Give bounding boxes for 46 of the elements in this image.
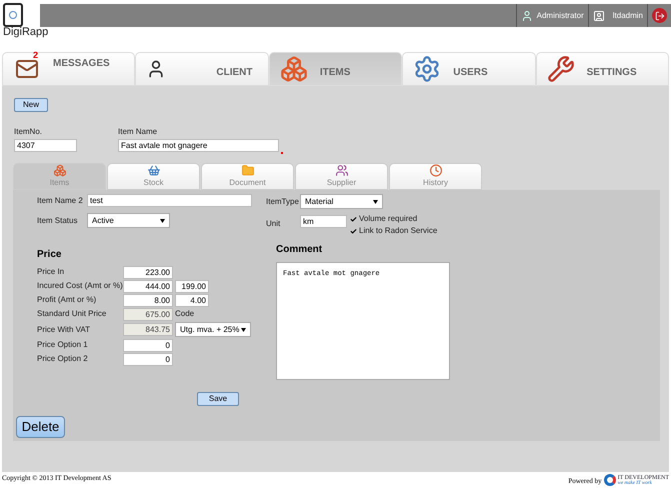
- username-label[interactable]: ltdadmin: [612, 10, 643, 22]
- field-label: Profit (Amt or %): [37, 294, 98, 306]
- field-label: ItemNo.: [14, 126, 44, 138]
- field-label: Price Option 1: [37, 339, 89, 351]
- unread-count: 2: [33, 51, 38, 60]
- field-label: Item Name: [118, 126, 158, 138]
- field-label: Price Option 2: [37, 353, 89, 365]
- field-label: Code: [175, 308, 194, 320]
- delete-button[interactable]: Delete: [16, 416, 65, 438]
- price-heading: Price: [37, 248, 62, 262]
- input-field[interactable]: 675.00: [123, 308, 173, 320]
- input-field[interactable]: km: [300, 215, 347, 228]
- field-label: Link to Radon Service: [359, 225, 438, 237]
- input-field[interactable]: 8.00: [123, 294, 173, 306]
- nav-tab[interactable]: ITEMS: [268, 52, 402, 86]
- input-field[interactable]: 843.75: [123, 323, 173, 336]
- save-button[interactable]: Save: [197, 392, 239, 406]
- field-label: ItemType: [266, 196, 300, 208]
- field-label: Unit: [266, 218, 282, 230]
- logo-text: DigiRapp: [3, 27, 48, 38]
- nav-tab[interactable]: 2 MESSAGES: [2, 52, 136, 86]
- new-button[interactable]: New: [14, 98, 48, 112]
- input-field[interactable]: test: [87, 194, 252, 207]
- field-label: Item Name 2: [37, 194, 84, 206]
- nav-tab[interactable]: CLIENT: [135, 52, 269, 86]
- field-label: Incured Cost (Amt or %): [37, 280, 121, 292]
- comment-heading: Comment: [276, 243, 324, 257]
- type-dropdown[interactable]: Material: [300, 194, 383, 209]
- field-label: Item Status: [37, 214, 78, 226]
- input-field[interactable]: 0: [123, 352, 173, 366]
- field-label: Price With VAT: [37, 324, 92, 336]
- input-field[interactable]: 223.00: [123, 266, 173, 278]
- nav-tab[interactable]: SETTINGS: [536, 52, 670, 86]
- nav-tab[interactable]: USERS: [402, 52, 536, 86]
- field-label: Price In: [37, 266, 66, 278]
- input-field[interactable]: 4.00: [175, 294, 209, 306]
- input-field[interactable]: 0: [123, 338, 173, 352]
- input-field[interactable]: Fast avtale mot gnagere: [118, 139, 279, 152]
- status-dropdown[interactable]: Active: [87, 213, 170, 228]
- input-field[interactable]: 4307: [14, 139, 77, 152]
- input-field[interactable]: 444.00: [123, 280, 173, 292]
- role-label[interactable]: Administrator: [536, 10, 584, 22]
- field-label: Volume required: [359, 213, 418, 225]
- vat-dropdown[interactable]: Utg. mva. + 25%: [175, 322, 251, 337]
- input-field[interactable]: 199.00: [175, 280, 209, 292]
- field-label: Standard Unit Price: [37, 308, 108, 320]
